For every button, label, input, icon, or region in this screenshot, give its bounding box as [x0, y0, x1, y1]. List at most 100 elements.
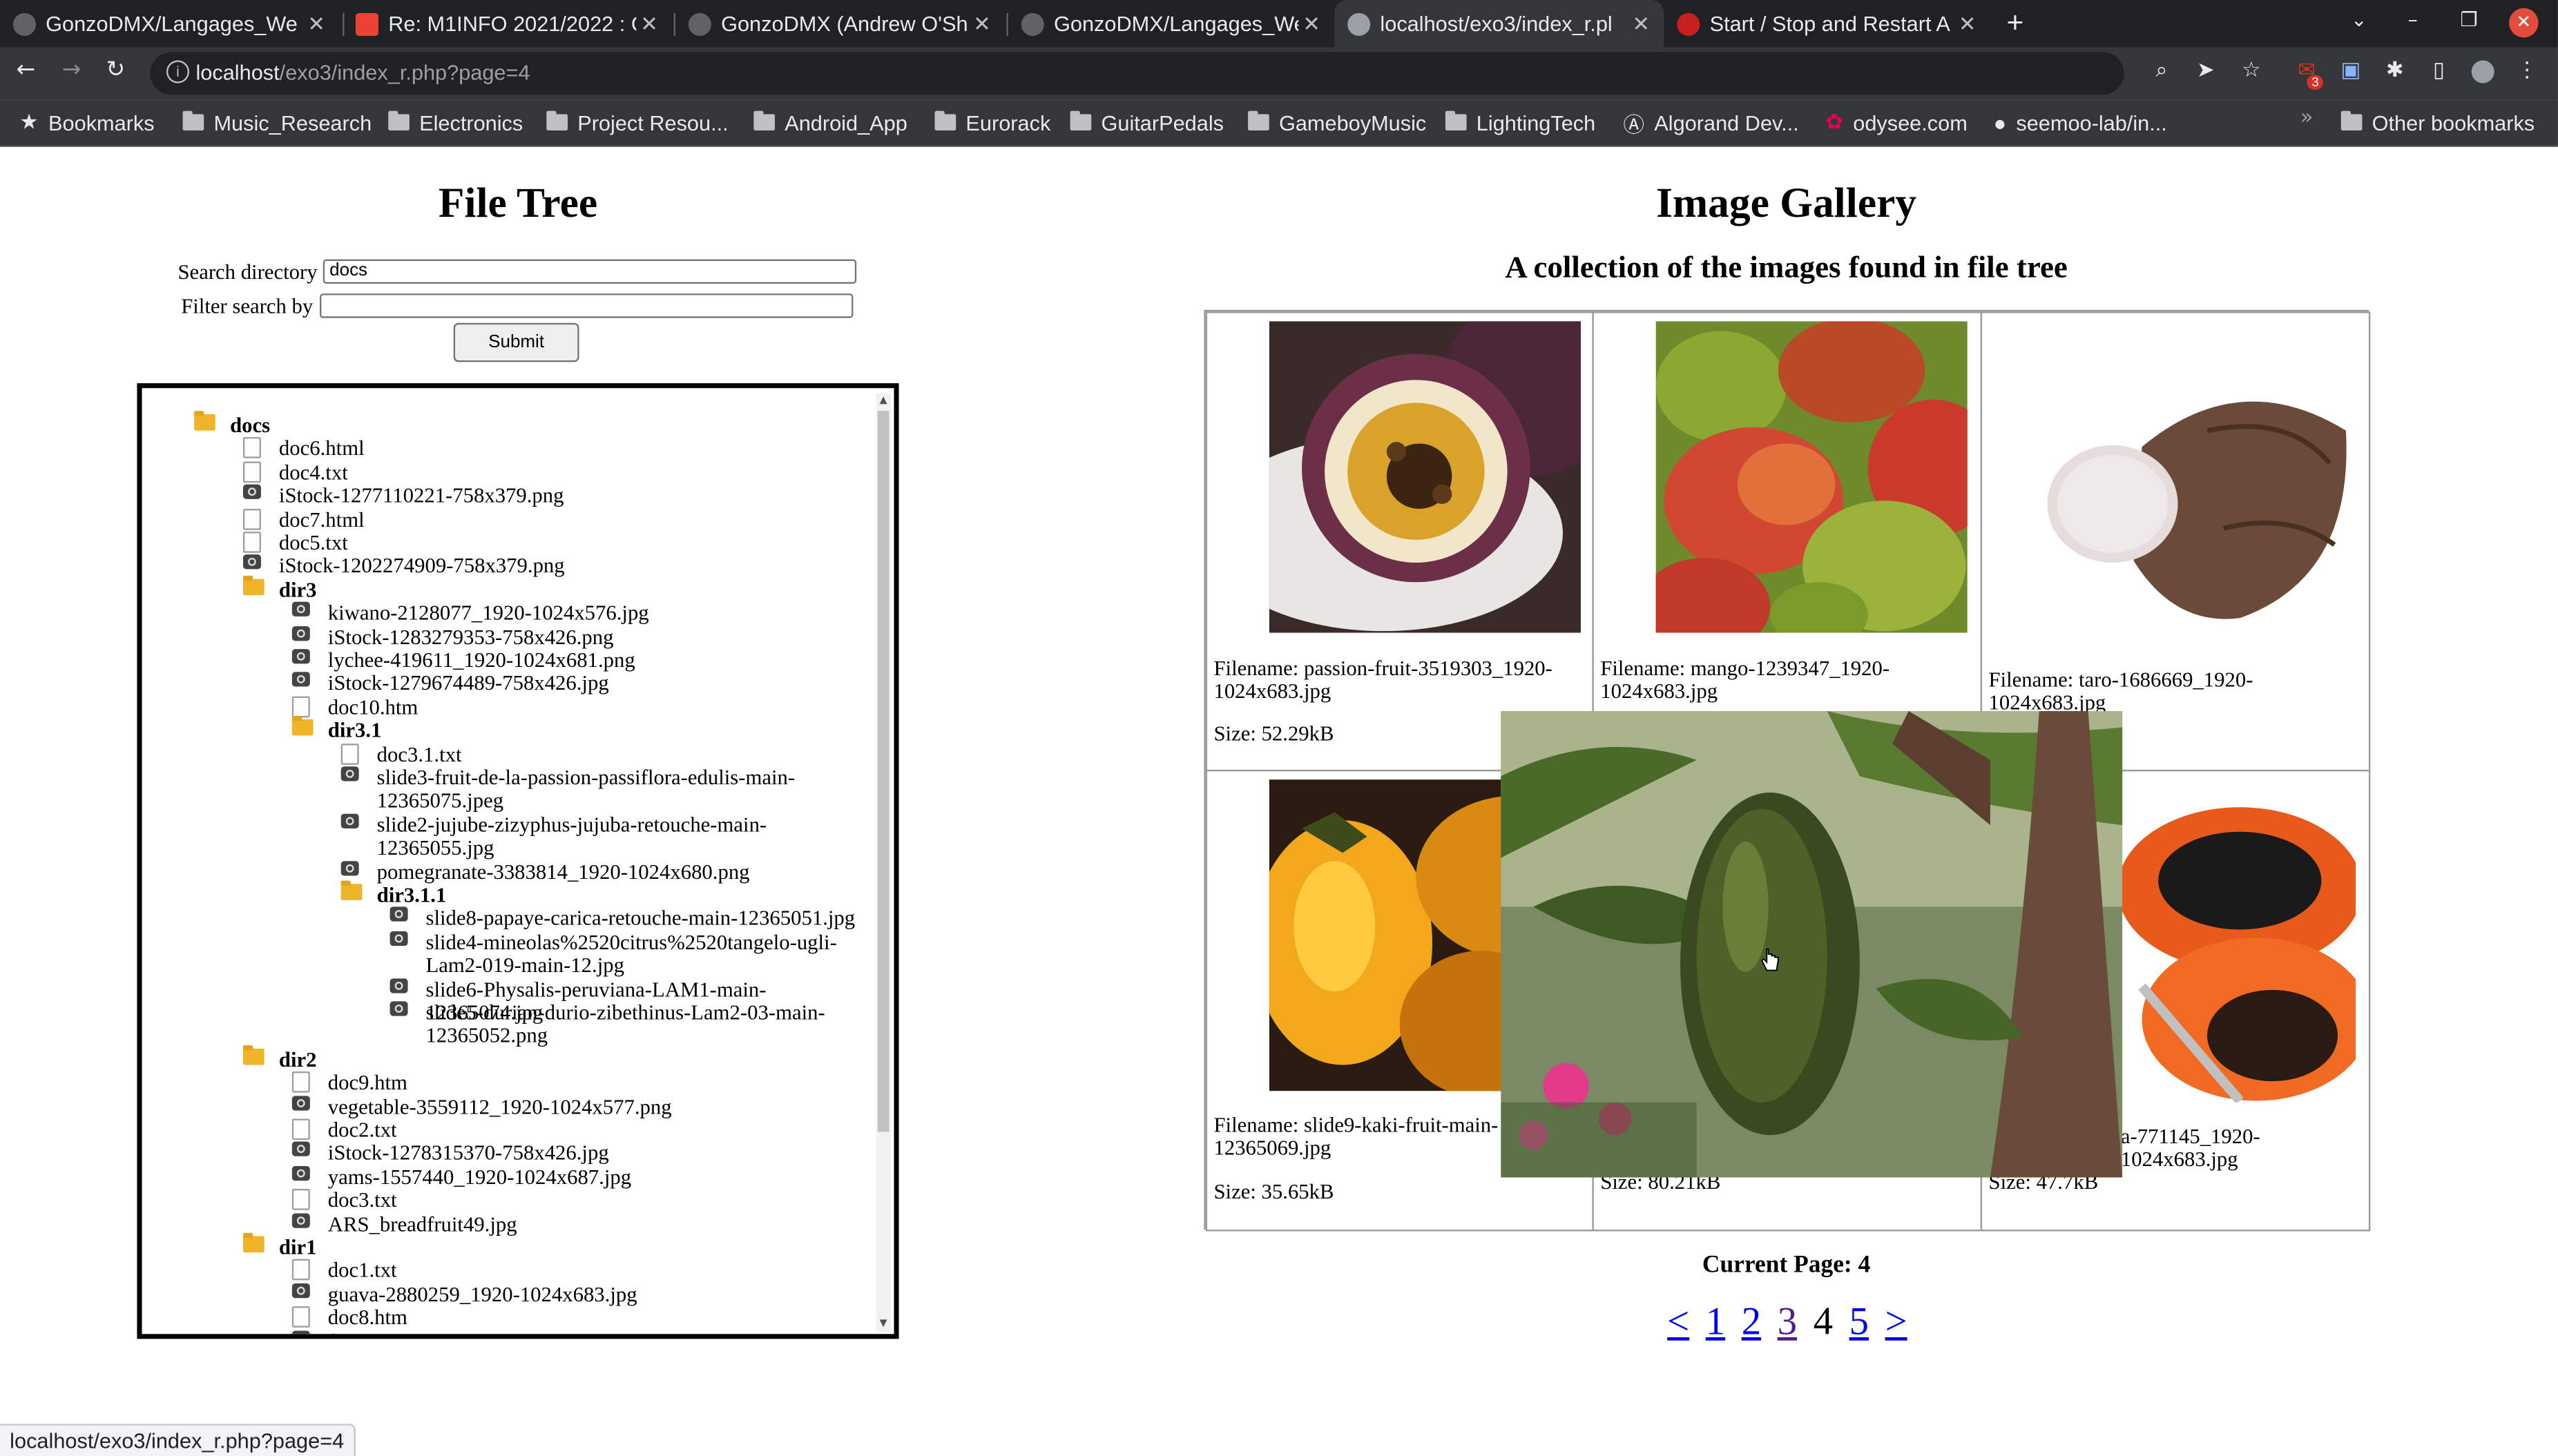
close-icon[interactable]: ✕	[969, 10, 995, 37]
restore-button[interactable]: ❐	[2460, 8, 2477, 31]
tree-image-file[interactable]: vegetable-3559112_1920-1024x577.png	[291, 1094, 860, 1118]
bookmark-gameboymusic[interactable]: GameboyMusic	[1248, 106, 1426, 139]
bookmark-electronics[interactable]: Electronics	[388, 106, 523, 139]
tree-image-file[interactable]: fruit-2100688_1920-1024x768.jpg	[291, 1329, 860, 1334]
other-bookmarks[interactable]: Other bookmarks	[2340, 106, 2535, 139]
tree-image-file[interactable]: pomegranate-3383814_1920-1024x680.png	[340, 860, 860, 883]
scrollbar-thumb[interactable]	[877, 411, 889, 1132]
info-icon[interactable]: i	[166, 60, 190, 84]
submit-button[interactable]: Submit	[453, 322, 579, 362]
bookmark-odysee[interactable]: ✿ odysee.com	[1825, 106, 1968, 139]
reload-button[interactable]: ↻	[106, 57, 126, 84]
tree-doc-file[interactable]: doc8.htm	[291, 1305, 860, 1330]
bookmark-seemoo[interactable]: ● seemoo-lab/in...	[1994, 106, 2167, 139]
tree-doc-file[interactable]: doc3.txt	[291, 1188, 860, 1212]
tree-image-file[interactable]: slide3-fruit-de-la-passion-passiflora-ed…	[340, 766, 860, 812]
search-directory-input[interactable]: docs	[323, 259, 857, 284]
prev-page-link[interactable]: <	[1667, 1301, 1689, 1343]
tree-image-file[interactable]: iStock-1277110221-758x379.png	[242, 484, 860, 507]
tree-folder[interactable]: dir3.1.1	[340, 880, 860, 906]
tree-image-file[interactable]: yams-1557440_1920-1024x687.jpg	[291, 1165, 860, 1188]
translate-extension-icon[interactable]: ▣	[2339, 59, 2362, 83]
send-icon[interactable]: ➤	[2194, 59, 2217, 83]
file-tree-panel[interactable]: docs doc6.html doc4.txt iStock-1277110221-7…	[137, 383, 899, 1339]
tree-image-file[interactable]: iStock-1278315370-758x426.jpg	[291, 1141, 860, 1165]
tree-doc-file[interactable]: doc3.1.txt	[340, 742, 860, 766]
tree-doc-file[interactable]: doc4.txt	[242, 460, 860, 484]
folder-icon	[242, 1045, 266, 1072]
page-link-2[interactable]: 2	[1742, 1301, 1761, 1343]
tab-search-icon[interactable]: ⌄	[2351, 8, 2367, 31]
bookmark-project-resources[interactable]: Project Resou...	[546, 106, 729, 139]
page-link-3[interactable]: 3	[1778, 1301, 1797, 1343]
page-link-1[interactable]: 1	[1706, 1301, 1725, 1343]
tree-image-file[interactable]: iStock-1283279353-758x426.png	[291, 625, 860, 648]
tree-image-file[interactable]: slide2-jujube-zizyphus-jujuba-retouche-m…	[340, 813, 860, 859]
tree-doc-file[interactable]: doc2.txt	[291, 1117, 860, 1142]
close-icon[interactable]: ✕	[1954, 10, 1981, 37]
page-link-5[interactable]: 5	[1849, 1301, 1869, 1343]
tree-doc-file[interactable]: doc9.htm	[291, 1071, 860, 1094]
tree-image-file[interactable]: guava-2880259_1920-1024x683.jpg	[291, 1282, 860, 1306]
tree-image-file[interactable]: slide8-papaye-carica-retouche-main-12365…	[390, 906, 860, 930]
side-panel-icon[interactable]: ▯	[2427, 59, 2450, 83]
tree-image-file[interactable]: iStock-1202274909-758x379.png	[242, 554, 860, 578]
scroll-up-arrow[interactable]: ▲	[878, 395, 889, 407]
tab-github-1[interactable]: GonzoDMX/Langages_We ✕	[0, 0, 339, 48]
bookmark-guitarpedals[interactable]: GuitarPedals	[1070, 106, 1224, 139]
address-bar[interactable]: i localhost/exo3/index_r.php?page=4	[150, 52, 2124, 95]
tab-localhost[interactable]: localhost/exo3/index_r.pl ✕	[1334, 0, 1664, 48]
tree-image-file[interactable]: ARS_breadfruit49.jpg	[291, 1212, 860, 1236]
bookmark-star-icon[interactable]: ☆	[2240, 59, 2262, 83]
passion-fruit-image[interactable]	[1269, 321, 1581, 633]
next-page-link[interactable]: >	[1885, 1301, 1907, 1343]
close-icon[interactable]: ✕	[1628, 10, 1654, 37]
tab-github-2[interactable]: GonzoDMX (Andrew O'Sh ✕	[675, 0, 1005, 48]
bookmark-bookmarks[interactable]: ★ Bookmarks	[19, 106, 154, 139]
tree-folder[interactable]: docs	[194, 411, 860, 437]
mango-image[interactable]	[1655, 321, 1968, 633]
bookmark-music-research[interactable]: Music_Research	[182, 106, 372, 139]
tree-folder[interactable]: dir1	[242, 1232, 860, 1259]
tree-doc-file[interactable]: doc10.htm	[291, 695, 860, 719]
filter-search-input[interactable]	[319, 293, 854, 318]
more-bookmarks-icon[interactable]: »	[2300, 106, 2314, 130]
extensions-icon[interactable]: ✱	[2383, 59, 2406, 83]
tab-github-3[interactable]: GonzoDMX/Langages_We ✕	[1008, 0, 1334, 48]
tree-image-file[interactable]: slide4-mineolas%2520citrus%2520tangelo-u…	[390, 930, 860, 976]
scroll-down-arrow[interactable]: ▼	[878, 1318, 889, 1330]
tree-image-file[interactable]: lychee-419611_1920-1024x681.png	[291, 648, 860, 672]
tree-doc-file[interactable]: doc7.html	[242, 507, 860, 531]
camera-icon	[291, 625, 315, 648]
close-icon[interactable]: ✕	[1298, 10, 1325, 37]
close-window-button[interactable]: ✕	[2509, 8, 2539, 38]
minimize-button[interactable]: –	[2408, 8, 2418, 31]
camera-icon	[291, 672, 315, 695]
tree-doc-file[interactable]: doc6.html	[242, 437, 860, 460]
bookmark-eurorack[interactable]: Eurorack	[934, 106, 1050, 139]
hover-preview-soursop-image[interactable]	[1501, 710, 2123, 1178]
menu-icon[interactable]: ⋮	[2516, 59, 2539, 83]
close-icon[interactable]: ✕	[303, 10, 329, 37]
bookmark-lightingtech[interactable]: LightingTech	[1445, 106, 1595, 139]
tree-image-file[interactable]: kiwano-2128077_1920-1024x576.jpg	[291, 601, 860, 625]
tree-folder[interactable]: dir2	[242, 1045, 860, 1072]
zoom-icon[interactable]: ⌕	[2150, 59, 2173, 83]
back-button[interactable]: ←	[17, 57, 36, 84]
tab-gmail[interactable]: Re: M1INFO 2021/2022 : C ✕	[343, 0, 672, 48]
tree-folder[interactable]: dir3	[242, 575, 860, 601]
avatar[interactable]	[2471, 60, 2494, 84]
bookmark-android-app[interactable]: Android_App	[753, 106, 907, 139]
bookmark-algorand[interactable]: Ⓐ Algorand Dev...	[1623, 106, 1798, 139]
tree-folder[interactable]: dir3.1	[291, 716, 860, 742]
tree-doc-file[interactable]: doc1.txt	[291, 1259, 860, 1283]
taro-image[interactable]	[2043, 332, 2356, 645]
tab-start-stop[interactable]: Start / Stop and Restart A ✕	[1664, 0, 1990, 48]
tree-doc-file[interactable]: doc5.txt	[242, 531, 860, 554]
tree-image-file[interactable]: slide5-durian-durio-zibethinus-Lam2-03-m…	[390, 1000, 860, 1047]
new-tab-button[interactable]: +	[2007, 6, 2024, 41]
tree-item-label: doc2.txt	[327, 1117, 397, 1142]
tree-image-file[interactable]: iStock-1279674489-758x426.jpg	[291, 672, 860, 695]
forward-button[interactable]: →	[62, 57, 81, 84]
close-icon[interactable]: ✕	[636, 10, 662, 37]
